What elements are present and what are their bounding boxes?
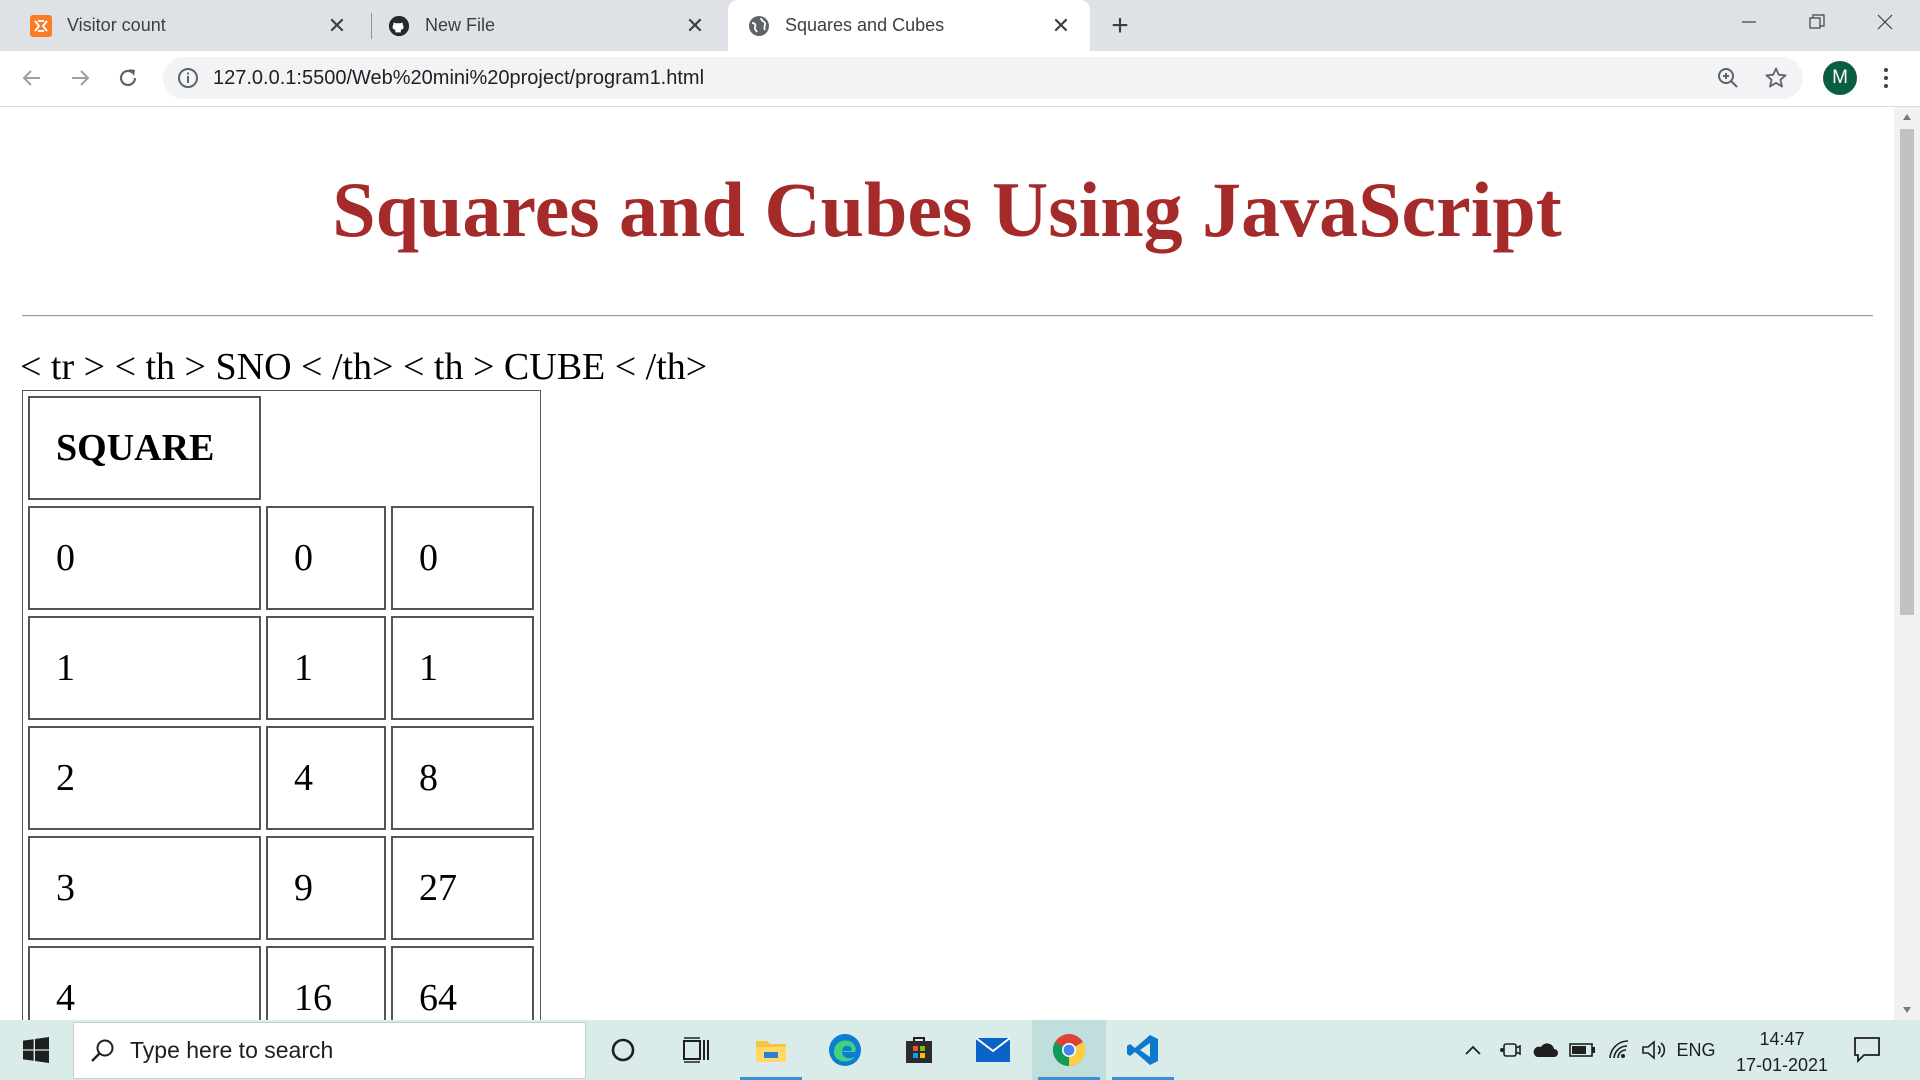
table-cell: 0: [28, 506, 261, 610]
minimize-button[interactable]: [1715, 0, 1783, 44]
vertical-scrollbar[interactable]: [1894, 107, 1920, 1020]
clock-date: 17-01-2021: [1735, 1055, 1829, 1075]
tab-title: New File: [425, 15, 496, 35]
close-tab-icon[interactable]: ✕: [326, 13, 348, 38]
tab-visitor-count[interactable]: Visitor count ✕: [0, 0, 366, 51]
windows-start-icon[interactable]: [0, 1020, 72, 1080]
taskbar-search-box[interactable]: Type here to search: [73, 1022, 586, 1079]
browser-toolbar: 127.0.0.1:5500/Web%20mini%20project/prog…: [0, 51, 1920, 107]
table-cell: 9: [266, 836, 386, 940]
close-window-button[interactable]: [1851, 0, 1919, 44]
table-cell: 3: [28, 836, 261, 940]
address-bar[interactable]: 127.0.0.1:5500/Web%20mini%20project/prog…: [163, 57, 1803, 99]
tab-title: Visitor count: [67, 15, 166, 35]
search-icon: [90, 1038, 116, 1064]
stray-markup-text: < tr > < th > SNO < /th> < th > CUBE < /…: [20, 346, 708, 388]
profile-avatar[interactable]: M: [1823, 61, 1857, 95]
forward-button[interactable]: [61, 59, 99, 97]
scroll-up-arrow-icon[interactable]: [1894, 107, 1920, 127]
table-cell: 4: [28, 946, 261, 1020]
task-view-icon[interactable]: [660, 1020, 734, 1080]
github-icon: [388, 15, 410, 37]
volume-icon[interactable]: [1640, 1020, 1668, 1080]
zoom-icon[interactable]: [1716, 66, 1740, 90]
restore-button[interactable]: [1783, 0, 1851, 44]
windows-taskbar: Type here to search ENG 14:47 17-01-2021: [0, 1020, 1920, 1080]
chrome-taskbar-icon[interactable]: [1032, 1020, 1106, 1080]
microsoft-store-icon[interactable]: [882, 1020, 956, 1080]
table-cell: 8: [391, 726, 534, 830]
close-tab-icon[interactable]: ✕: [684, 13, 706, 38]
notification-center-icon[interactable]: [1852, 1034, 1886, 1068]
battery-icon[interactable]: [1568, 1020, 1598, 1080]
reload-button[interactable]: [109, 59, 147, 97]
edge-browser-icon[interactable]: [808, 1020, 882, 1080]
squares-cubes-table: SQUARE 0 0 0 1 1 1 2 4 8 3 9 27 4 16 64: [22, 390, 541, 1020]
close-tab-icon[interactable]: ✕: [1050, 13, 1072, 38]
input-language[interactable]: ENG: [1674, 1020, 1718, 1080]
url-text[interactable]: 127.0.0.1:5500/Web%20mini%20project/prog…: [213, 67, 704, 90]
vscode-icon[interactable]: [1106, 1020, 1180, 1080]
bookmark-star-icon[interactable]: [1764, 66, 1788, 90]
table-cell: 2: [28, 726, 261, 830]
back-button[interactable]: [13, 59, 51, 97]
table-cell: 27: [391, 836, 534, 940]
xampp-icon: [30, 14, 52, 37]
table-cell: 0: [391, 506, 534, 610]
horizontal-rule: [22, 315, 1873, 317]
scrollbar-thumb[interactable]: [1900, 129, 1914, 615]
wifi-icon[interactable]: [1606, 1020, 1634, 1080]
page-title: Squares and Cubes Using JavaScript: [332, 166, 1562, 253]
scroll-down-arrow-icon[interactable]: [1894, 1000, 1920, 1020]
tab-strip: Visitor count ✕ New File ✕ Squares and C…: [0, 0, 1920, 51]
table-cell: 4: [266, 726, 386, 830]
globe-icon: [748, 15, 770, 37]
table-cell: 1: [266, 616, 386, 720]
taskbar-clock[interactable]: 14:47 17-01-2021: [1722, 1026, 1842, 1078]
new-tab-button[interactable]: +: [1102, 8, 1138, 44]
tab-title: Squares and Cubes: [785, 15, 945, 35]
table-cell: 16: [266, 946, 386, 1020]
table-header-square: SQUARE: [28, 396, 261, 500]
cortana-icon[interactable]: [586, 1020, 660, 1080]
menu-icon[interactable]: [1876, 63, 1896, 93]
table-cell: 0: [266, 506, 386, 610]
meet-now-icon[interactable]: [1496, 1020, 1524, 1080]
table-cell: 1: [28, 616, 261, 720]
clock-time: 14:47: [1759, 1029, 1805, 1049]
table-cell: 1: [391, 616, 534, 720]
show-hidden-icons-chevron-icon[interactable]: [1460, 1020, 1486, 1080]
file-explorer-icon[interactable]: [734, 1020, 808, 1080]
onedrive-cloud-icon[interactable]: [1530, 1020, 1560, 1080]
mail-icon[interactable]: [956, 1020, 1030, 1080]
page-viewport: Squares and Cubes Using JavaScript < tr …: [0, 107, 1894, 1020]
site-info-icon[interactable]: [177, 67, 199, 89]
search-placeholder: Type here to search: [130, 1037, 334, 1063]
table-cell: 64: [391, 946, 534, 1020]
tab-new-file[interactable]: New File ✕: [358, 0, 724, 51]
tab-squares-and-cubes[interactable]: Squares and Cubes ✕: [728, 0, 1090, 51]
